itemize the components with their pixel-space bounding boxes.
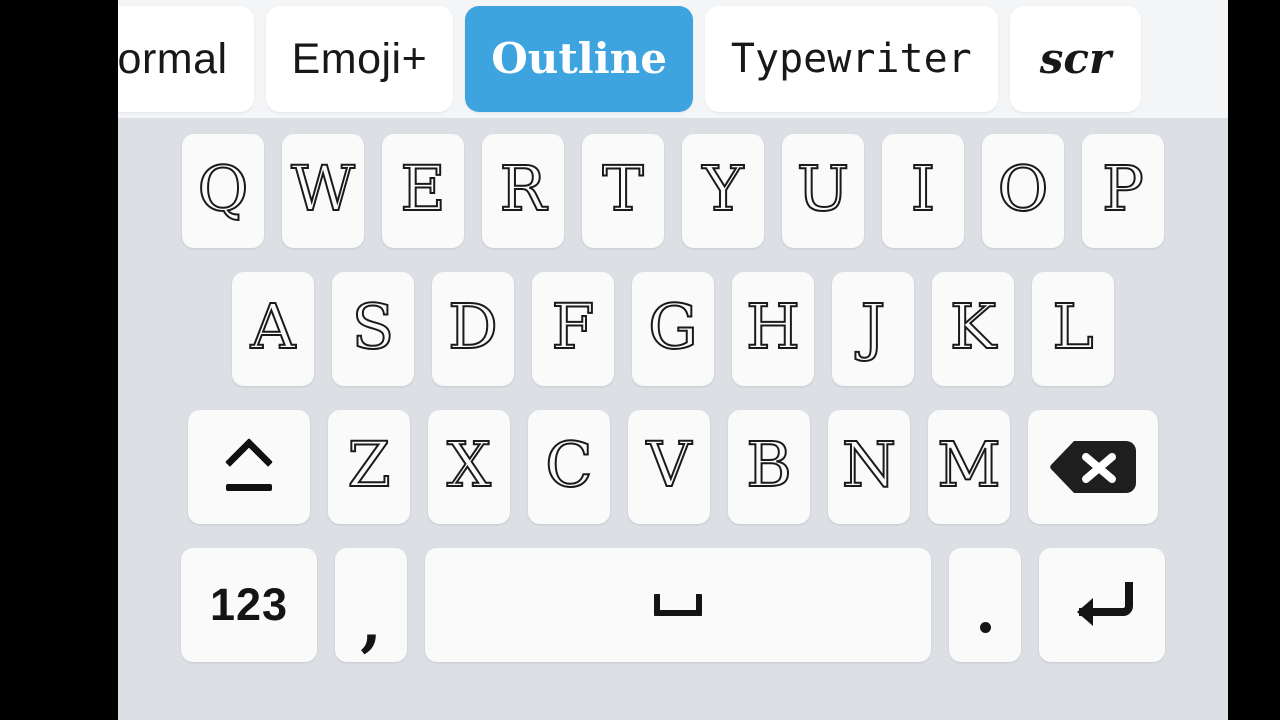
key-p[interactable]: P <box>1082 134 1164 248</box>
key-period[interactable] <box>949 548 1021 662</box>
key-d[interactable]: D <box>432 272 514 386</box>
key-b[interactable]: B <box>728 410 810 524</box>
key-enter[interactable] <box>1039 548 1165 662</box>
key-n-label: N <box>841 428 897 501</box>
key-s[interactable]: S <box>332 272 414 386</box>
key-f[interactable]: F <box>532 272 614 386</box>
key-m[interactable]: M <box>928 410 1010 524</box>
key-j[interactable]: J <box>832 272 914 386</box>
key-y[interactable]: Y <box>682 134 764 248</box>
key-z[interactable]: Z <box>328 410 410 524</box>
keyboard-row-2: A S D F G H J K L <box>132 272 1214 386</box>
key-comma[interactable]: , <box>335 548 407 662</box>
key-numeric-switch-label: 123 <box>209 579 289 630</box>
key-u[interactable]: U <box>782 134 864 248</box>
keyboard-row-3: Z X C V B N M <box>132 410 1214 524</box>
key-g-label: G <box>647 290 699 363</box>
keyboard-row-4: 123 , <box>132 548 1214 662</box>
key-x-label: X <box>446 428 492 501</box>
key-i[interactable]: I <box>882 134 964 248</box>
key-z-label: Z <box>346 428 391 501</box>
tab-emoji-plus[interactable]: Emoji+ <box>265 6 454 112</box>
key-e-label: E <box>399 152 446 225</box>
key-w-label: W <box>290 152 356 225</box>
key-l-label: L <box>1051 290 1094 363</box>
key-i-label: I <box>910 152 936 225</box>
tab-typewriter[interactable]: Typewriter <box>704 6 998 112</box>
key-r[interactable]: R <box>482 134 564 248</box>
key-o-label: O <box>997 152 1050 225</box>
device-viewport: Normal Emoji+ Outline Typewriter scr <box>118 0 1228 720</box>
key-q-label: Q <box>197 152 250 225</box>
on-screen-keyboard: Q W E R T Y U I O P A S D F G H J K L Z … <box>118 118 1228 720</box>
key-t-label: T <box>601 152 644 225</box>
key-v-label: V <box>646 428 693 501</box>
keyboard-row-1: Q W E R T Y U I O P <box>132 134 1214 248</box>
key-v[interactable]: V <box>628 410 710 524</box>
key-x[interactable]: X <box>428 410 510 524</box>
tab-emoji-plus-label: Emoji+ <box>291 34 428 83</box>
key-m-label: M <box>936 428 1001 501</box>
tab-typewriter-label: Typewriter <box>730 36 972 82</box>
font-style-tabbar: Normal Emoji+ Outline Typewriter scr <box>118 0 1228 118</box>
letterbox-right <box>1228 0 1280 720</box>
key-j-label: J <box>860 290 887 363</box>
key-u-label: U <box>796 152 850 225</box>
screen: Normal Emoji+ Outline Typewriter scr <box>0 0 1280 720</box>
key-c[interactable]: C <box>528 410 610 524</box>
key-y-label: Y <box>702 152 745 225</box>
key-s-label: S <box>351 290 396 363</box>
key-a-label: A <box>250 290 297 363</box>
enter-icon <box>1077 582 1133 626</box>
key-g[interactable]: G <box>632 272 714 386</box>
tab-outline[interactable]: Outline <box>465 6 693 112</box>
key-numeric-switch[interactable]: 123 <box>181 548 317 662</box>
key-l[interactable]: L <box>1032 272 1114 386</box>
key-h[interactable]: H <box>732 272 814 386</box>
key-h-label: H <box>745 290 801 363</box>
tab-normal[interactable]: Normal <box>118 6 254 112</box>
key-backspace[interactable] <box>1028 410 1158 524</box>
tab-normal-label: Normal <box>118 34 228 83</box>
key-r-label: R <box>499 152 548 225</box>
key-d-label: D <box>447 290 499 363</box>
period-icon <box>979 621 991 633</box>
key-n[interactable]: N <box>828 410 910 524</box>
key-shift[interactable] <box>188 410 310 524</box>
key-f-label: F <box>550 290 595 363</box>
key-a[interactable]: A <box>232 272 314 386</box>
key-p-label: P <box>1101 152 1145 225</box>
key-k[interactable]: K <box>932 272 1014 386</box>
key-b-label: B <box>745 428 793 501</box>
tab-outline-label: Outline <box>491 34 667 83</box>
backspace-icon <box>1050 441 1136 493</box>
font-style-tabstrip[interactable]: Normal Emoji+ Outline Typewriter scr <box>118 6 1142 112</box>
tab-script[interactable]: scr <box>1009 6 1142 112</box>
key-k-label: K <box>949 290 997 363</box>
tab-script-label: scr <box>1039 34 1112 83</box>
key-o[interactable]: O <box>982 134 1064 248</box>
key-e[interactable]: E <box>382 134 464 248</box>
shift-icon <box>221 437 277 493</box>
letterbox-left <box>0 0 118 720</box>
key-w[interactable]: W <box>282 134 364 248</box>
key-c-label: C <box>544 428 593 501</box>
space-icon <box>654 594 702 616</box>
key-space[interactable] <box>425 548 931 662</box>
key-t[interactable]: T <box>582 134 664 248</box>
key-q[interactable]: Q <box>182 134 264 248</box>
